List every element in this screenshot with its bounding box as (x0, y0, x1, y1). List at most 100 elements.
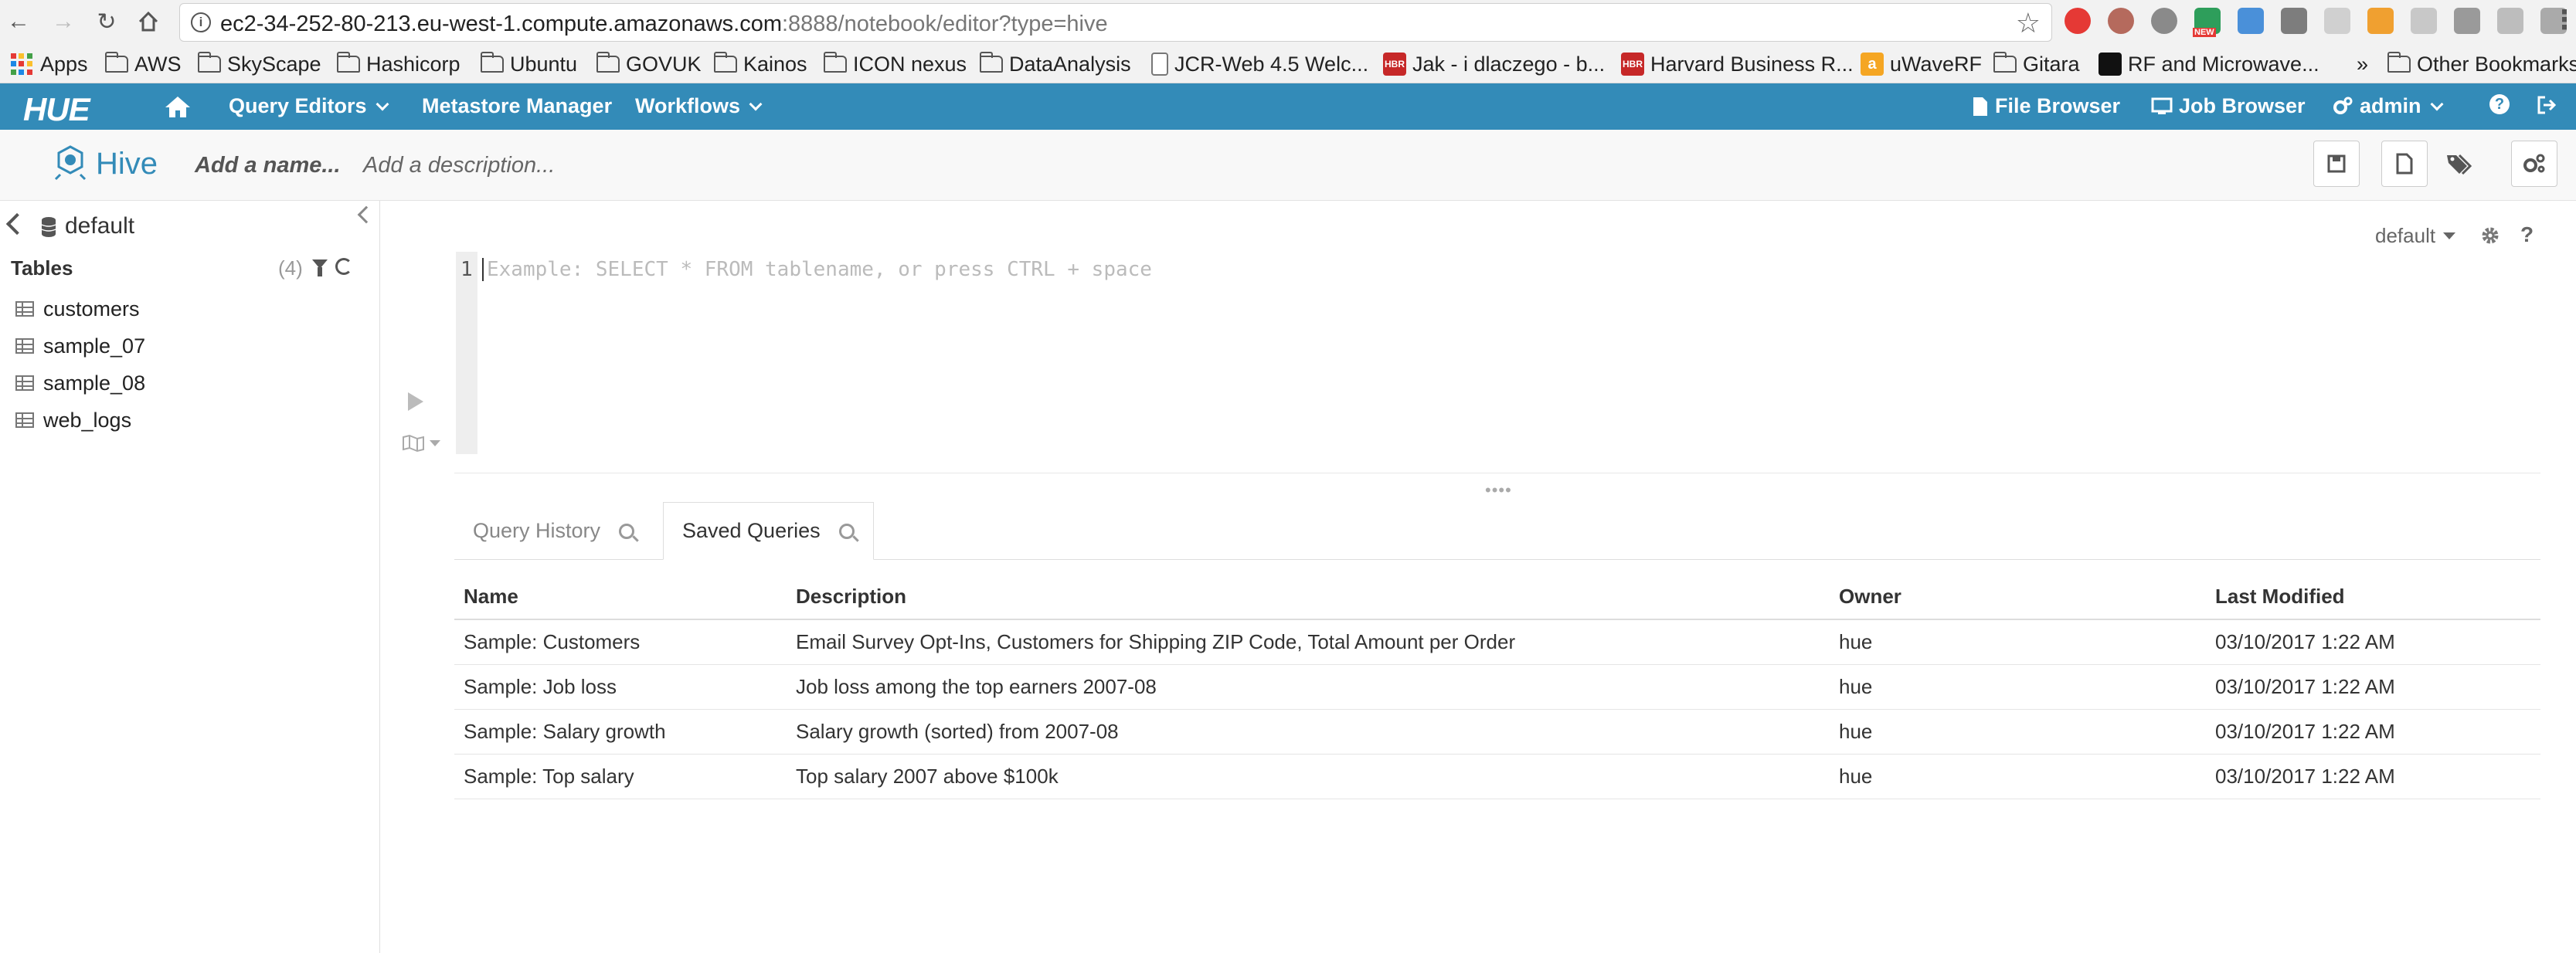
reload-icon[interactable]: ↻ (91, 6, 122, 37)
bookmark-page[interactable]: RF and Microwave... (2099, 51, 2319, 77)
bookmark-other[interactable]: Other Bookmarks (2387, 51, 2576, 77)
bookmark-folder[interactable]: AWS (105, 51, 182, 77)
table-row[interactable]: Sample: Job loss Job loss among the top … (454, 664, 2540, 710)
bookmark-page[interactable]: HBR Harvard Business R... (1621, 51, 1854, 77)
database-selector[interactable]: default (2375, 224, 2456, 248)
drive-extension-icon[interactable] (2497, 8, 2523, 34)
caret-down-icon (2443, 232, 2456, 239)
logout-icon[interactable] (2536, 94, 2557, 116)
search-icon[interactable] (619, 523, 635, 539)
column-header-description[interactable]: Description (787, 575, 1830, 620)
query-description-input[interactable]: Add a description... (363, 153, 555, 178)
chevron-down-icon (749, 97, 763, 110)
database-name[interactable]: default (65, 213, 134, 239)
table-item-sample-07[interactable]: sample_07 (15, 331, 145, 361)
job-browser-link[interactable]: Job Browser (2151, 94, 2306, 118)
bookmark-folder[interactable]: Kainos (714, 51, 807, 77)
cogs-icon (2523, 154, 2545, 173)
query-name-input[interactable]: Add a name... (195, 153, 341, 178)
query-name-cell[interactable]: Sample: Top salary (454, 754, 787, 799)
hbr-icon: HBR (1621, 53, 1644, 76)
home-nav-icon[interactable] (164, 94, 192, 119)
gear-icon[interactable] (2479, 224, 2502, 247)
search-icon[interactable] (838, 523, 855, 539)
bookmarks-overflow[interactable]: » (2357, 51, 2368, 77)
folder-icon (337, 52, 360, 73)
metastore-manager-link[interactable]: Metastore Manager (422, 94, 612, 118)
extension-icon[interactable] (2367, 8, 2394, 34)
extension-icon[interactable] (2108, 8, 2134, 34)
query-name-cell[interactable]: Sample: Job loss (454, 664, 787, 710)
editor-help-icon[interactable]: ? (2520, 222, 2534, 247)
help-icon[interactable]: ? (2489, 94, 2510, 114)
hue-logo[interactable]: HUE (23, 91, 90, 128)
column-header-owner[interactable]: Owner (1830, 575, 2206, 620)
bookmark-folder[interactable]: Gitara (1993, 51, 2080, 77)
table-row[interactable]: Sample: Customers Email Survey Opt-Ins, … (454, 619, 2540, 665)
tab-saved-queries[interactable]: Saved Queries (663, 502, 874, 560)
bookmark-folder[interactable]: Ubuntu (481, 51, 577, 77)
browser-menu-icon[interactable]: ⋮ (2551, 5, 2576, 36)
site-info-icon[interactable]: i (191, 12, 211, 32)
tab-query-history[interactable]: Query History (454, 502, 653, 560)
home-icon[interactable] (133, 6, 164, 37)
query-name-cell[interactable]: Sample: Salary growth (454, 709, 787, 755)
table-item-web-logs[interactable]: web_logs (15, 405, 131, 436)
save-button[interactable] (2313, 141, 2360, 187)
hive-bee-icon (54, 145, 87, 181)
bookmark-page[interactable]: a uWaveRF (1861, 51, 1982, 77)
column-header-name[interactable]: Name (454, 575, 787, 620)
filter-icon[interactable] (312, 259, 328, 276)
new-query-button[interactable] (2381, 141, 2428, 187)
bookmark-star-icon[interactable]: ☆ (2016, 7, 2041, 39)
session-settings-button[interactable] (2511, 141, 2557, 187)
file-icon (1973, 97, 1987, 116)
bookmark-page[interactable]: JCR-Web 4.5 Welc... (1151, 51, 1368, 77)
extension-icon[interactable] (2454, 8, 2480, 34)
snippets-menu[interactable] (402, 434, 440, 453)
back-chevron-icon[interactable] (5, 212, 29, 236)
bookmarks-bar: Apps AWS SkyScape Hashicorp Ubuntu GOVUK… (0, 45, 2576, 83)
bookmark-page[interactable]: HBR Jak - i dlaczego - b... (1383, 51, 1605, 77)
bookmark-folder[interactable]: DataAnalysis (980, 51, 1131, 77)
collapse-panel-icon[interactable] (357, 205, 376, 224)
bookmark-folder[interactable]: GOVUK (596, 51, 702, 77)
query-owner-cell: hue (1830, 754, 2206, 799)
back-icon[interactable]: ← (3, 6, 34, 37)
tags-icon (2447, 154, 2472, 175)
column-header-last-modified[interactable]: Last Modified (2206, 575, 2540, 620)
globe-extension-icon[interactable] (2151, 8, 2177, 34)
extension-icon[interactable] (2324, 8, 2350, 34)
query-editors-menu[interactable]: Query Editors (229, 94, 389, 118)
address-bar[interactable]: i ec2-34-252-80-213.eu-west-1.compute.am… (179, 3, 2052, 42)
extension-icon[interactable] (2238, 8, 2264, 34)
table-item-customers[interactable]: customers (15, 293, 140, 324)
new-file-icon (2396, 153, 2413, 175)
query-name-cell[interactable]: Sample: Customers (454, 619, 787, 665)
bookmark-folder[interactable]: ICON nexus (824, 51, 967, 77)
tags-button[interactable] (2435, 141, 2482, 187)
table-row[interactable]: Sample: Top salary Top salary 2007 above… (454, 754, 2540, 799)
bookmark-folder[interactable]: SkyScape (198, 51, 321, 77)
refresh-icon[interactable] (335, 258, 352, 275)
extension-icon[interactable] (2411, 8, 2437, 34)
folder-icon (714, 52, 737, 73)
table-item-sample-08[interactable]: sample_08 (15, 368, 145, 398)
sql-editor-input[interactable]: Example: SELECT * FROM tablename, or pre… (487, 258, 1152, 281)
extension-icon[interactable] (2281, 8, 2307, 34)
new-extension-icon[interactable]: NEW (2193, 8, 2221, 37)
opera-extension-icon[interactable] (2065, 8, 2091, 34)
file-browser-link[interactable]: File Browser (1972, 94, 2120, 118)
execute-play-icon[interactable] (408, 392, 423, 411)
forward-icon[interactable]: → (48, 6, 79, 37)
folder-icon (596, 52, 620, 73)
user-menu[interactable]: admin (2332, 94, 2444, 118)
query-description-cell: Top salary 2007 above $100k (787, 754, 1830, 799)
bookmark-apps[interactable]: Apps (11, 51, 88, 77)
workflows-menu[interactable]: Workflows (635, 94, 763, 118)
query-modified-cell: 03/10/2017 1:22 AM (2206, 709, 2540, 755)
bookmark-folder[interactable]: Hashicorp (337, 51, 460, 77)
resize-handle[interactable]: •••• (1485, 480, 1512, 500)
query-description-cell: Salary growth (sorted) from 2007-08 (787, 709, 1830, 755)
table-row[interactable]: Sample: Salary growth Salary growth (sor… (454, 709, 2540, 755)
